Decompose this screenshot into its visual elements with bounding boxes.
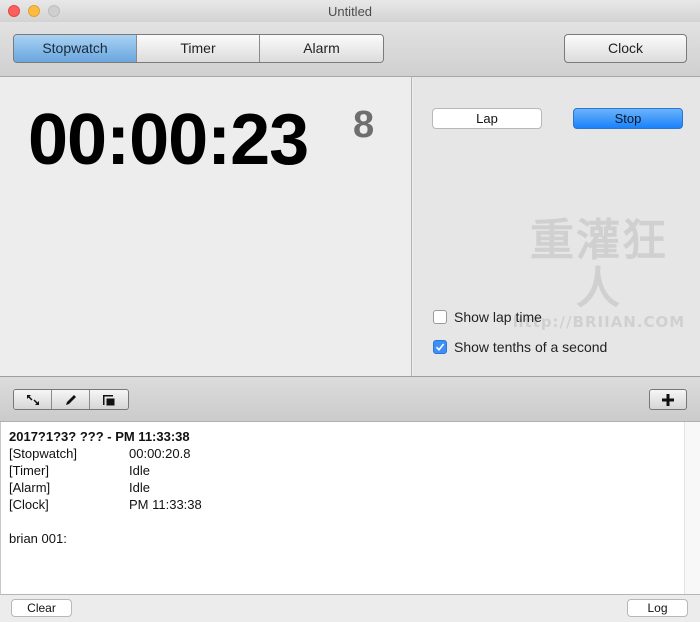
app-window: Untitled Stopwatch Timer Alarm Clock 00:… <box>0 0 700 622</box>
log-header: 2017?1?3? ??? - PM 11:33:38 <box>9 429 190 444</box>
log-row: [Clock] PM 11:33:38 <box>9 496 202 513</box>
checkbox-unchecked-icon[interactable] <box>433 310 447 324</box>
resize-icon <box>26 394 39 405</box>
stopwatch-tenths: 8 <box>353 104 375 146</box>
checkbox-checked-icon[interactable] <box>433 340 447 354</box>
log-content: 2017?1?3? ??? - PM 11:33:38 [Stopwatch] … <box>9 428 202 547</box>
tab-alarm[interactable]: Alarm <box>260 35 383 62</box>
log-toolbar <box>0 376 700 422</box>
log-key: [Clock] <box>9 497 49 512</box>
window-button[interactable] <box>90 390 128 409</box>
log-button[interactable]: Log <box>627 599 688 617</box>
stopwatch-time: 00:00:23 <box>28 100 309 180</box>
clock-button[interactable]: Clock <box>564 34 687 63</box>
mode-toolbar: Stopwatch Timer Alarm Clock <box>0 22 700 77</box>
title-bar: Untitled <box>0 0 700 22</box>
log-value: Idle <box>129 480 150 495</box>
log-scrollbar[interactable] <box>684 422 700 594</box>
checkmark-icon <box>435 343 445 352</box>
window-title-text: Untitled <box>327 4 373 19</box>
resize-button[interactable] <box>14 390 52 409</box>
tab-stopwatch[interactable]: Stopwatch <box>14 35 137 62</box>
lap-button[interactable]: Lap <box>432 108 542 129</box>
log-value: PM 11:33:38 <box>129 497 202 512</box>
log-key: [Stopwatch] <box>9 446 77 461</box>
log-blank-line <box>9 513 202 530</box>
log-key: [Alarm] <box>9 480 51 495</box>
log-value: Idle <box>129 463 150 478</box>
show-tenths-label: Show tenths of a second <box>454 339 608 355</box>
edit-button[interactable] <box>52 390 90 409</box>
tab-timer[interactable]: Timer <box>137 35 260 62</box>
log-row: [Timer] Idle <box>9 462 202 479</box>
show-lap-time-label: Show lap time <box>454 309 542 325</box>
watermark-title: 重灌狂人 <box>530 215 668 314</box>
add-button[interactable] <box>649 389 687 410</box>
window-icon <box>103 394 115 405</box>
show-tenths-checkbox[interactable]: Show tenths of a second <box>433 339 607 355</box>
clear-button[interactable]: Clear <box>11 599 72 617</box>
log-text-area[interactable]: 2017?1?3? ??? - PM 11:33:38 [Stopwatch] … <box>0 422 700 595</box>
log-tools-segmented <box>13 389 129 410</box>
show-lap-time-checkbox[interactable]: Show lap time <box>433 309 542 325</box>
window-title: Untitled <box>0 4 700 19</box>
controls-pane: Lap Stop 重灌狂人 http://BRIIAN.COM Show lap… <box>413 77 700 376</box>
mode-segmented-control: Stopwatch Timer Alarm <box>13 34 384 63</box>
log-row: [Stopwatch] 00:00:20.8 <box>9 445 202 462</box>
log-key: [Timer] <box>9 463 49 478</box>
pencil-icon <box>65 394 76 405</box>
stopwatch-display-pane: 00:00:23 8 <box>0 77 412 376</box>
plus-icon <box>662 393 674 406</box>
log-value: 00:00:20.8 <box>129 446 191 461</box>
stop-button[interactable]: Stop <box>573 108 683 129</box>
log-note: brian 001: <box>9 531 67 546</box>
log-row: [Alarm] Idle <box>9 479 202 496</box>
